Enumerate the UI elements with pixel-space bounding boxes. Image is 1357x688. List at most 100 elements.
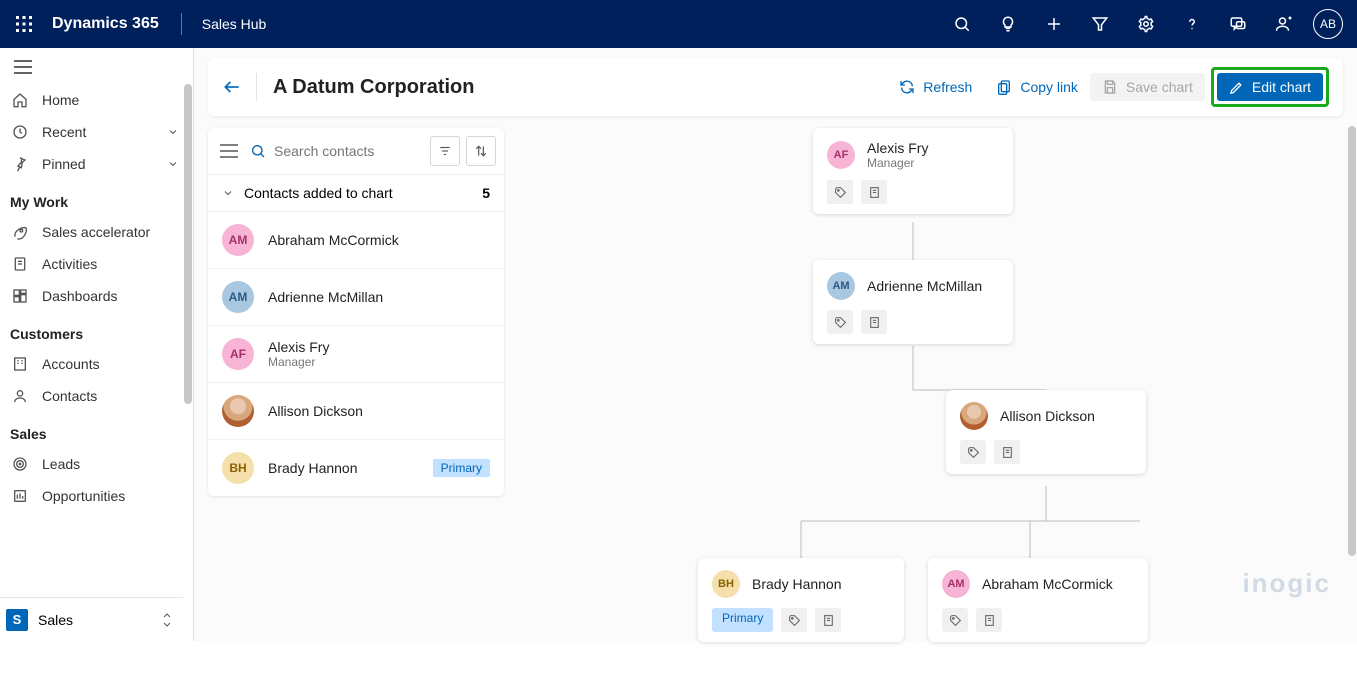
home-icon — [12, 92, 28, 108]
panel-menu-icon[interactable] — [216, 140, 242, 162]
avatar: AM — [222, 281, 254, 313]
note-icon[interactable] — [994, 440, 1020, 464]
avatar: AM — [942, 570, 970, 598]
org-node[interactable]: AF Alexis Fry Manager — [813, 128, 1013, 214]
tag-icon[interactable] — [942, 608, 968, 632]
tag-icon[interactable] — [827, 180, 853, 204]
tag-icon[interactable] — [781, 608, 807, 632]
person-icon — [12, 388, 28, 404]
search-icon[interactable] — [939, 0, 985, 48]
opportunity-icon — [12, 488, 28, 504]
contact-row[interactable]: Allison Dickson — [208, 383, 504, 440]
edit-chart-button[interactable]: Edit chart — [1217, 73, 1323, 101]
nav-accounts[interactable]: Accounts — [0, 348, 193, 380]
assistant-icon[interactable] — [1261, 0, 1307, 48]
org-node[interactable]: AM Abraham McCormick — [928, 558, 1148, 642]
tag-icon[interactable] — [827, 310, 853, 334]
nav-home-label: Home — [42, 92, 79, 108]
nav-dashboards[interactable]: Dashboards — [0, 280, 193, 312]
nav-item-label: Sales accelerator — [42, 224, 150, 240]
nav-contacts[interactable]: Contacts — [0, 380, 193, 412]
building-icon — [12, 356, 28, 372]
avatar: BH — [712, 570, 740, 598]
button-label: Copy link — [1020, 79, 1078, 95]
contact-row[interactable]: BH Brady Hannon Primary — [208, 440, 504, 496]
org-node[interactable]: Allison Dickson — [946, 390, 1146, 474]
target-icon — [12, 456, 28, 472]
help-icon[interactable] — [1169, 0, 1215, 48]
app-launcher-icon[interactable] — [14, 14, 34, 34]
nav-collapse-icon[interactable] — [0, 48, 193, 84]
avatar — [960, 402, 988, 430]
copy-link-button[interactable]: Copy link — [984, 73, 1090, 101]
contact-name: Allison Dickson — [268, 403, 363, 419]
org-node[interactable]: BH Brady Hannon Primary — [698, 558, 904, 642]
org-node[interactable]: AM Adrienne McMillan — [813, 260, 1013, 344]
search-input[interactable] — [274, 143, 422, 159]
node-name: Adrienne McMillan — [867, 278, 982, 294]
nav-opportunities[interactable]: Opportunities — [0, 480, 193, 512]
avatar: AM — [827, 272, 855, 300]
org-chart-canvas[interactable]: AF Alexis Fry Manager AM — [528, 128, 1343, 641]
sort-button[interactable] — [466, 136, 496, 166]
save-icon — [1102, 79, 1118, 95]
filter-icon[interactable] — [1077, 0, 1123, 48]
app-name[interactable]: Sales Hub — [202, 16, 267, 32]
refresh-button[interactable]: Refresh — [887, 73, 984, 101]
nav-section-customers: Customers — [0, 312, 193, 348]
chevron-down-icon — [167, 126, 179, 138]
button-label: Save chart — [1126, 79, 1193, 95]
contact-row[interactable]: AM Adrienne McMillan — [208, 269, 504, 326]
avatar — [222, 395, 254, 427]
note-icon[interactable] — [861, 180, 887, 204]
site-map-nav: Home Recent Pinned My Work Sales acceler… — [0, 48, 194, 641]
global-app-bar: Dynamics 365 Sales Hub AB — [0, 0, 1357, 48]
avatar: BH — [222, 452, 254, 484]
contact-name: Abraham McCormick — [268, 232, 399, 248]
chat-icon[interactable] — [1215, 0, 1261, 48]
gear-icon[interactable] — [1123, 0, 1169, 48]
nav-activities[interactable]: Activities — [0, 248, 193, 280]
nav-item-label: Accounts — [42, 356, 100, 372]
nav-pinned-label: Pinned — [42, 156, 86, 172]
note-icon[interactable] — [976, 608, 1002, 632]
nav-leads[interactable]: Leads — [0, 448, 193, 480]
node-role: Manager — [867, 156, 928, 170]
contact-row[interactable]: AM Abraham McCormick — [208, 212, 504, 269]
pencil-icon — [1229, 80, 1244, 95]
nav-item-label: Opportunities — [42, 488, 125, 504]
rocket-icon — [12, 224, 28, 240]
nav-home[interactable]: Home — [0, 84, 193, 116]
contact-row[interactable]: AF Alexis Fry Manager — [208, 326, 504, 383]
contacts-group-header[interactable]: Contacts added to chart 5 — [208, 174, 504, 212]
nav-pinned[interactable]: Pinned — [0, 148, 193, 180]
search-contacts[interactable] — [248, 139, 424, 163]
save-chart-button: Save chart — [1090, 73, 1205, 101]
note-icon[interactable] — [861, 310, 887, 334]
button-label: Refresh — [923, 79, 972, 95]
nav-recent[interactable]: Recent — [0, 116, 193, 148]
tag-icon[interactable] — [960, 440, 986, 464]
note-icon[interactable] — [815, 608, 841, 632]
nav-scrollbar[interactable] — [184, 84, 192, 404]
area-switcher[interactable]: S Sales — [0, 597, 183, 641]
filter-button[interactable] — [430, 136, 460, 166]
plus-icon[interactable] — [1031, 0, 1077, 48]
node-name: Allison Dickson — [1000, 408, 1095, 424]
divider — [256, 73, 257, 101]
lightbulb-icon[interactable] — [985, 0, 1031, 48]
nav-sales-accelerator[interactable]: Sales accelerator — [0, 216, 193, 248]
nav-section-mywork: My Work — [0, 180, 193, 216]
group-label: Contacts added to chart — [244, 185, 393, 201]
command-bar: A Datum Corporation Refresh Copy link Sa… — [208, 58, 1343, 116]
nav-item-label: Dashboards — [42, 288, 118, 304]
product-brand[interactable]: Dynamics 365 — [52, 15, 159, 33]
user-avatar[interactable]: AB — [1313, 9, 1343, 39]
group-count: 5 — [482, 185, 490, 201]
main-scrollbar[interactable] — [1348, 126, 1356, 556]
chevron-updown-icon — [161, 612, 173, 628]
node-name: Abraham McCormick — [982, 576, 1113, 592]
back-button[interactable] — [222, 77, 256, 97]
chevron-down-icon — [167, 158, 179, 170]
primary-badge: Primary — [433, 459, 490, 477]
